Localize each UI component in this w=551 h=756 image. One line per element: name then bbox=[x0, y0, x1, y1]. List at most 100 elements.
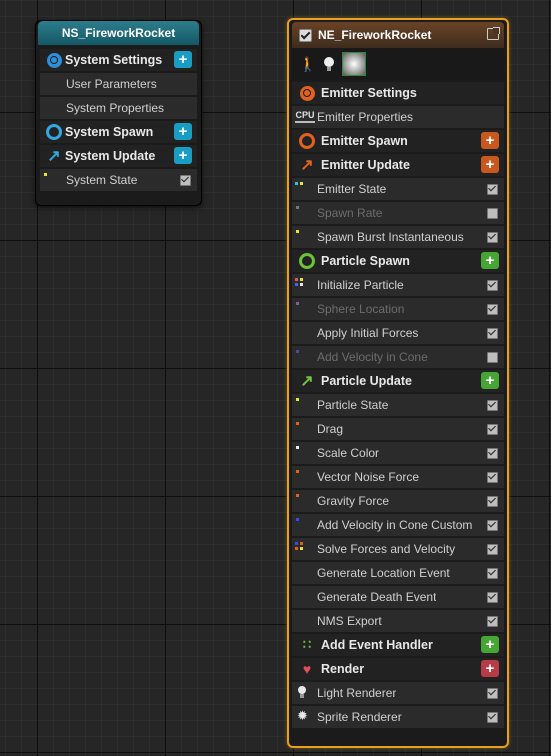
light-bulb-icon bbox=[323, 57, 335, 71]
add-system-settings-button[interactable]: + bbox=[174, 51, 192, 68]
add-velocity-cone-custom-row[interactable]: Add Velocity in Cone Custom bbox=[292, 514, 504, 536]
particle-update-row[interactable]: ↗ Particle Update + bbox=[292, 370, 504, 392]
sprite-renderer-label: Sprite Renderer bbox=[317, 710, 402, 724]
apply-initial-forces-row[interactable]: Apply Initial Forces bbox=[292, 322, 504, 344]
gravity-force-checkbox[interactable] bbox=[487, 496, 498, 507]
nms-export-checkbox[interactable] bbox=[487, 616, 498, 627]
spawn-rate-checkbox[interactable] bbox=[487, 208, 498, 219]
particle-update-label: Particle Update bbox=[321, 374, 413, 388]
nms-export-label: NMS Export bbox=[317, 614, 382, 628]
figure-icon: 🚶 bbox=[299, 55, 317, 72]
emitter-properties-row[interactable]: CPU Emitter Properties bbox=[292, 106, 504, 128]
vector-noise-force-row[interactable]: Vector Noise Force bbox=[292, 466, 504, 488]
add-event-handler-button[interactable]: + bbox=[481, 636, 499, 653]
add-velocity-cone-row[interactable]: Add Velocity in Cone bbox=[292, 346, 504, 368]
system-spawn-row[interactable]: System Spawn + bbox=[40, 121, 197, 143]
light-renderer-checkbox[interactable] bbox=[487, 688, 498, 699]
generate-death-event-checkbox[interactable] bbox=[487, 592, 498, 603]
module-dot-icon bbox=[296, 422, 299, 425]
sprite-texture-thumbnail[interactable] bbox=[342, 52, 367, 76]
sprite-renderer-row[interactable]: ✹ Sprite Renderer bbox=[292, 706, 504, 728]
spawn-icon bbox=[296, 250, 318, 272]
spawn-burst-row[interactable]: Spawn Burst Instantaneous bbox=[292, 226, 504, 248]
light-renderer-label: Light Renderer bbox=[317, 686, 397, 700]
emitter-enabled-checkbox[interactable] bbox=[299, 28, 312, 42]
system-properties-label: System Properties bbox=[66, 101, 165, 115]
initialize-particle-checkbox[interactable] bbox=[487, 280, 498, 291]
emitter-settings-row[interactable]: Emitter Settings bbox=[292, 82, 504, 104]
system-state-checkbox[interactable] bbox=[180, 175, 191, 186]
sphere-location-checkbox[interactable] bbox=[487, 304, 498, 315]
settings-icon bbox=[296, 82, 318, 104]
update-icon: ↗ bbox=[300, 373, 314, 390]
solve-forces-checkbox[interactable] bbox=[487, 544, 498, 555]
system-node[interactable]: NS_FireworkRocket System Settings + User… bbox=[35, 20, 202, 206]
emitter-node[interactable]: NE_FireworkRocket 🚶 Emitter Settings CPU… bbox=[287, 18, 509, 748]
add-emitter-spawn-button[interactable]: + bbox=[481, 132, 499, 149]
system-properties-row[interactable]: System Properties bbox=[40, 97, 197, 119]
spawn-burst-checkbox[interactable] bbox=[487, 232, 498, 243]
drag-checkbox[interactable] bbox=[487, 424, 498, 435]
add-system-spawn-button[interactable]: + bbox=[174, 123, 192, 140]
drag-row[interactable]: Drag bbox=[292, 418, 504, 440]
apply-initial-forces-checkbox[interactable] bbox=[487, 328, 498, 339]
add-event-handler-row[interactable]: ∷ Add Event Handler + bbox=[292, 634, 504, 656]
emitter-update-row[interactable]: ↗ Emitter Update + bbox=[292, 154, 504, 176]
spawn-burst-label: Spawn Burst Instantaneous bbox=[317, 230, 464, 244]
sprite-renderer-checkbox[interactable] bbox=[487, 712, 498, 723]
add-emitter-update-button[interactable]: + bbox=[481, 156, 499, 173]
spawn-rate-label: Spawn Rate bbox=[317, 206, 383, 220]
add-system-update-button[interactable]: + bbox=[174, 147, 192, 164]
spawn-rate-row[interactable]: Spawn Rate bbox=[292, 202, 504, 224]
scale-color-row[interactable]: Scale Color bbox=[292, 442, 504, 464]
add-particle-update-button[interactable]: + bbox=[481, 372, 499, 389]
system-node-title-label: NS_FireworkRocket bbox=[61, 26, 176, 40]
open-external-icon[interactable] bbox=[487, 27, 500, 40]
nms-export-row[interactable]: NMS Export bbox=[292, 610, 504, 632]
add-renderer-button[interactable]: + bbox=[481, 660, 499, 677]
gravity-force-row[interactable]: Gravity Force bbox=[292, 490, 504, 512]
add-velocity-cone-checkbox[interactable] bbox=[487, 352, 498, 363]
initialize-particle-row[interactable]: Initialize Particle bbox=[292, 274, 504, 296]
solve-forces-row[interactable]: Solve Forces and Velocity bbox=[292, 538, 504, 560]
particle-state-checkbox[interactable] bbox=[487, 400, 498, 411]
sphere-location-label: Sphere Location bbox=[317, 302, 405, 316]
event-handler-icon: ∷ bbox=[302, 637, 312, 652]
user-parameters-row[interactable]: User Parameters bbox=[40, 73, 197, 95]
gravity-force-label: Gravity Force bbox=[317, 494, 390, 508]
particle-state-row[interactable]: Particle State bbox=[292, 394, 504, 416]
add-particle-spawn-button[interactable]: + bbox=[481, 252, 499, 269]
solve-forces-label: Solve Forces and Velocity bbox=[317, 542, 456, 556]
render-icon: ♥ bbox=[302, 661, 312, 677]
particle-spawn-row[interactable]: Particle Spawn + bbox=[292, 250, 504, 272]
generate-death-event-row[interactable]: Generate Death Event bbox=[292, 586, 504, 608]
particle-state-label: Particle State bbox=[317, 398, 389, 412]
emitter-node-title[interactable]: NE_FireworkRocket bbox=[292, 22, 504, 48]
emitter-state-label: Emitter State bbox=[317, 182, 387, 196]
user-parameters-label: User Parameters bbox=[66, 77, 157, 91]
light-renderer-row[interactable]: Light Renderer bbox=[292, 682, 504, 704]
system-state-label: System State bbox=[66, 173, 138, 187]
module-dot-icon bbox=[44, 173, 47, 176]
scale-color-checkbox[interactable] bbox=[487, 448, 498, 459]
system-state-row[interactable]: System State bbox=[40, 169, 197, 191]
module-dot-icon bbox=[296, 206, 299, 209]
module-dot-icon bbox=[296, 518, 299, 521]
emitter-state-row[interactable]: Emitter State bbox=[292, 178, 504, 200]
light-bulb-icon bbox=[298, 686, 306, 698]
add-velocity-cone-custom-checkbox[interactable] bbox=[487, 520, 498, 531]
emitter-state-checkbox[interactable] bbox=[487, 184, 498, 195]
vector-noise-force-label: Vector Noise Force bbox=[317, 470, 420, 484]
render-row[interactable]: ♥ Render + bbox=[292, 658, 504, 680]
generate-location-event-row[interactable]: Generate Location Event bbox=[292, 562, 504, 584]
emitter-spawn-row[interactable]: Emitter Spawn + bbox=[292, 130, 504, 152]
module-dot-icon bbox=[296, 446, 299, 449]
add-velocity-cone-custom-label: Add Velocity in Cone Custom bbox=[317, 518, 473, 532]
sphere-location-row[interactable]: Sphere Location bbox=[292, 298, 504, 320]
vector-noise-force-checkbox[interactable] bbox=[487, 472, 498, 483]
generate-location-event-checkbox[interactable] bbox=[487, 568, 498, 579]
spawn-icon bbox=[296, 130, 318, 152]
system-settings-row[interactable]: System Settings + bbox=[40, 49, 197, 71]
system-node-title[interactable]: NS_FireworkRocket bbox=[38, 21, 199, 45]
system-update-row[interactable]: ↗ System Update + bbox=[40, 145, 197, 167]
